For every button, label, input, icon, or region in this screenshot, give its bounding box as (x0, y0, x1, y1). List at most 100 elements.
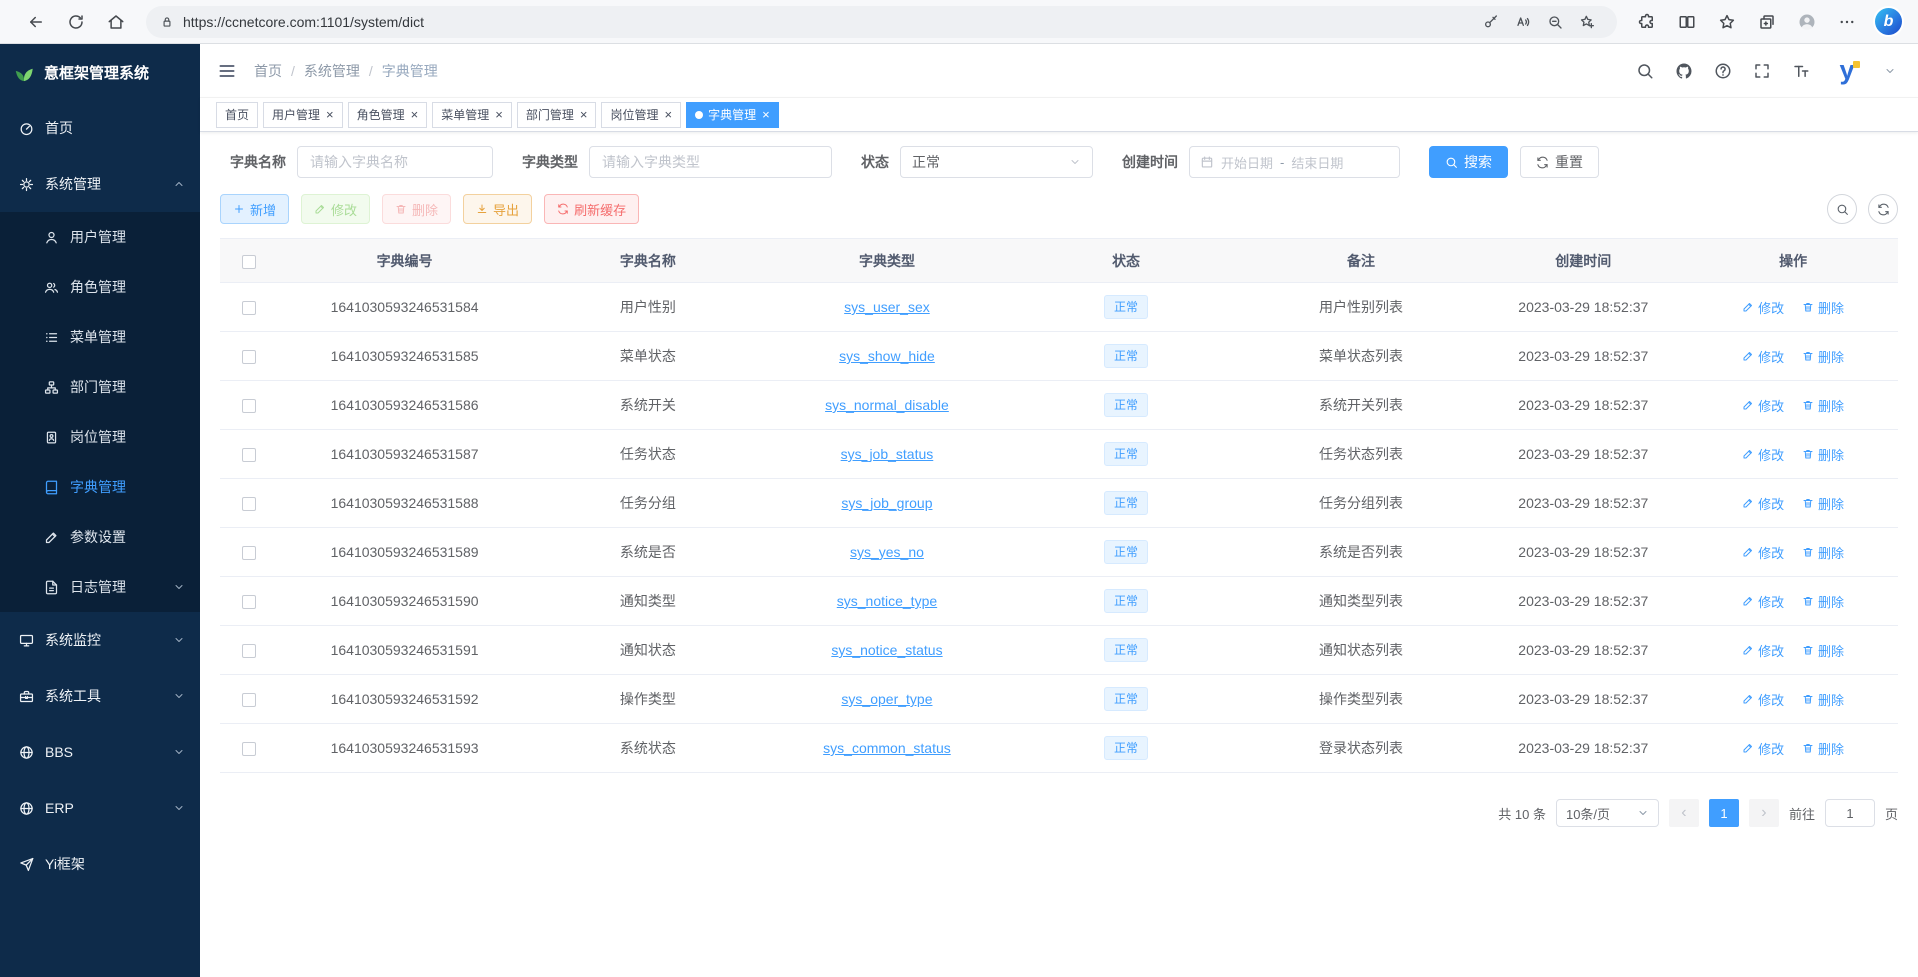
row-checkbox[interactable] (242, 693, 256, 707)
delete-button[interactable]: 删除 (382, 194, 451, 224)
search-icon[interactable] (1636, 62, 1654, 80)
prev-page-button[interactable]: ‹ (1669, 799, 1699, 827)
row-delete-button[interactable]: 删除 (1802, 298, 1844, 317)
row-checkbox[interactable] (242, 301, 256, 315)
github-icon[interactable] (1675, 62, 1693, 80)
sidebar-item[interactable]: 菜单管理 (0, 312, 200, 362)
row-checkbox[interactable] (242, 595, 256, 609)
sidebar-item[interactable]: 系统监控 (0, 612, 200, 668)
address-bar[interactable]: https://ccnetcore.com:1101/system/dict (146, 6, 1617, 38)
view-tab[interactable]: 菜单管理 × (432, 102, 512, 128)
row-edit-button[interactable]: 修改 (1742, 494, 1784, 513)
dict-type-link[interactable]: sys_common_status (823, 740, 951, 756)
row-checkbox[interactable] (242, 497, 256, 511)
more-menu-icon[interactable] (1827, 4, 1867, 40)
close-tab-icon[interactable]: × (762, 108, 770, 121)
reload-icon[interactable] (56, 4, 96, 40)
copilot-icon[interactable]: b (1875, 8, 1902, 35)
view-tab[interactable]: 岗位管理 × (601, 102, 681, 128)
zoom-icon[interactable] (1539, 8, 1571, 36)
toggle-search-button[interactable] (1827, 194, 1857, 224)
row-delete-button[interactable]: 删除 (1802, 690, 1844, 709)
sidebar-item[interactable]: 角色管理 (0, 262, 200, 312)
home-icon[interactable] (96, 4, 136, 40)
row-edit-button[interactable]: 修改 (1742, 347, 1784, 366)
row-edit-button[interactable]: 修改 (1742, 543, 1784, 562)
add-favorite-icon[interactable] (1571, 8, 1603, 36)
fullscreen-icon[interactable] (1753, 62, 1771, 80)
dict-name-input[interactable] (297, 146, 493, 178)
close-tab-icon[interactable]: × (664, 108, 672, 121)
sidebar-toggle-icon[interactable] (200, 44, 254, 98)
font-size-icon[interactable] (1792, 62, 1810, 80)
row-edit-button[interactable]: 修改 (1742, 739, 1784, 758)
collections-icon[interactable] (1747, 4, 1787, 40)
dict-type-link[interactable]: sys_job_group (841, 495, 932, 511)
row-edit-button[interactable]: 修改 (1742, 445, 1784, 464)
sidebar-item[interactable]: 首页 (0, 100, 200, 156)
row-delete-button[interactable]: 删除 (1802, 592, 1844, 611)
view-tab[interactable]: 用户管理 × (263, 102, 343, 128)
row-delete-button[interactable]: 删除 (1802, 494, 1844, 513)
view-tab[interactable]: 字典管理 × (686, 102, 779, 128)
dict-type-link[interactable]: sys_show_hide (839, 348, 935, 364)
read-aloud-icon[interactable] (1507, 8, 1539, 36)
sidebar-item[interactable]: Yi框架 (0, 836, 200, 892)
extensions-icon[interactable] (1627, 4, 1667, 40)
row-edit-button[interactable]: 修改 (1742, 396, 1784, 415)
row-checkbox[interactable] (242, 350, 256, 364)
user-avatar[interactable]: y (1831, 55, 1863, 87)
row-edit-button[interactable]: 修改 (1742, 298, 1784, 317)
export-button[interactable]: 导出 (463, 194, 532, 224)
row-delete-button[interactable]: 删除 (1802, 641, 1844, 660)
favorites-icon[interactable] (1707, 4, 1747, 40)
row-checkbox[interactable] (242, 742, 256, 756)
view-tab[interactable]: 首页 (216, 102, 258, 128)
page-size-select[interactable]: 10条/页 (1556, 799, 1659, 827)
status-select[interactable]: 正常 (900, 146, 1093, 178)
breadcrumb-home[interactable]: 首页 (254, 61, 282, 81)
sidebar-item[interactable]: 字典管理 (0, 462, 200, 512)
row-edit-button[interactable]: 修改 (1742, 641, 1784, 660)
close-tab-icon[interactable]: × (580, 108, 588, 121)
search-button[interactable]: 搜索 (1429, 146, 1508, 178)
row-delete-button[interactable]: 删除 (1802, 347, 1844, 366)
dict-type-link[interactable]: sys_oper_type (841, 691, 932, 707)
row-delete-button[interactable]: 删除 (1802, 739, 1844, 758)
close-tab-icon[interactable]: × (411, 108, 419, 121)
row-delete-button[interactable]: 删除 (1802, 543, 1844, 562)
goto-page-input[interactable] (1825, 799, 1875, 827)
dict-type-link[interactable]: sys_notice_type (837, 593, 937, 609)
dict-type-link[interactable]: sys_normal_disable (825, 397, 949, 413)
dict-type-link[interactable]: sys_user_sex (844, 299, 930, 315)
close-tab-icon[interactable]: × (326, 108, 334, 121)
sidebar-item[interactable]: ERP (0, 780, 200, 836)
view-tab[interactable]: 部门管理 × (517, 102, 597, 128)
dict-type-link[interactable]: sys_job_status (841, 446, 934, 462)
help-icon[interactable] (1714, 62, 1732, 80)
select-all-checkbox[interactable] (242, 255, 256, 269)
sidebar-item[interactable]: 日志管理 (0, 562, 200, 612)
dict-type-link[interactable]: sys_notice_status (831, 642, 942, 658)
sidebar-item[interactable]: 参数设置 (0, 512, 200, 562)
row-checkbox[interactable] (242, 448, 256, 462)
refresh-cache-button[interactable]: 刷新缓存 (544, 194, 639, 224)
refresh-table-button[interactable] (1868, 194, 1898, 224)
profile-icon[interactable] (1787, 4, 1827, 40)
close-tab-icon[interactable]: × (495, 108, 503, 121)
sidebar-item[interactable]: 系统工具 (0, 668, 200, 724)
view-tab[interactable]: 角色管理 × (348, 102, 428, 128)
breadcrumb-system[interactable]: 系统管理 (304, 61, 360, 81)
chevron-down-icon[interactable] (1884, 65, 1896, 77)
row-checkbox[interactable] (242, 644, 256, 658)
sidebar-item[interactable]: 用户管理 (0, 212, 200, 262)
row-checkbox[interactable] (242, 399, 256, 413)
row-checkbox[interactable] (242, 546, 256, 560)
next-page-button[interactable]: › (1749, 799, 1779, 827)
row-edit-button[interactable]: 修改 (1742, 690, 1784, 709)
reset-button[interactable]: 重置 (1520, 146, 1599, 178)
sidebar-item[interactable]: 系统管理 (0, 156, 200, 212)
row-delete-button[interactable]: 删除 (1802, 445, 1844, 464)
sidebar-item[interactable]: 岗位管理 (0, 412, 200, 462)
password-key-icon[interactable] (1475, 8, 1507, 36)
